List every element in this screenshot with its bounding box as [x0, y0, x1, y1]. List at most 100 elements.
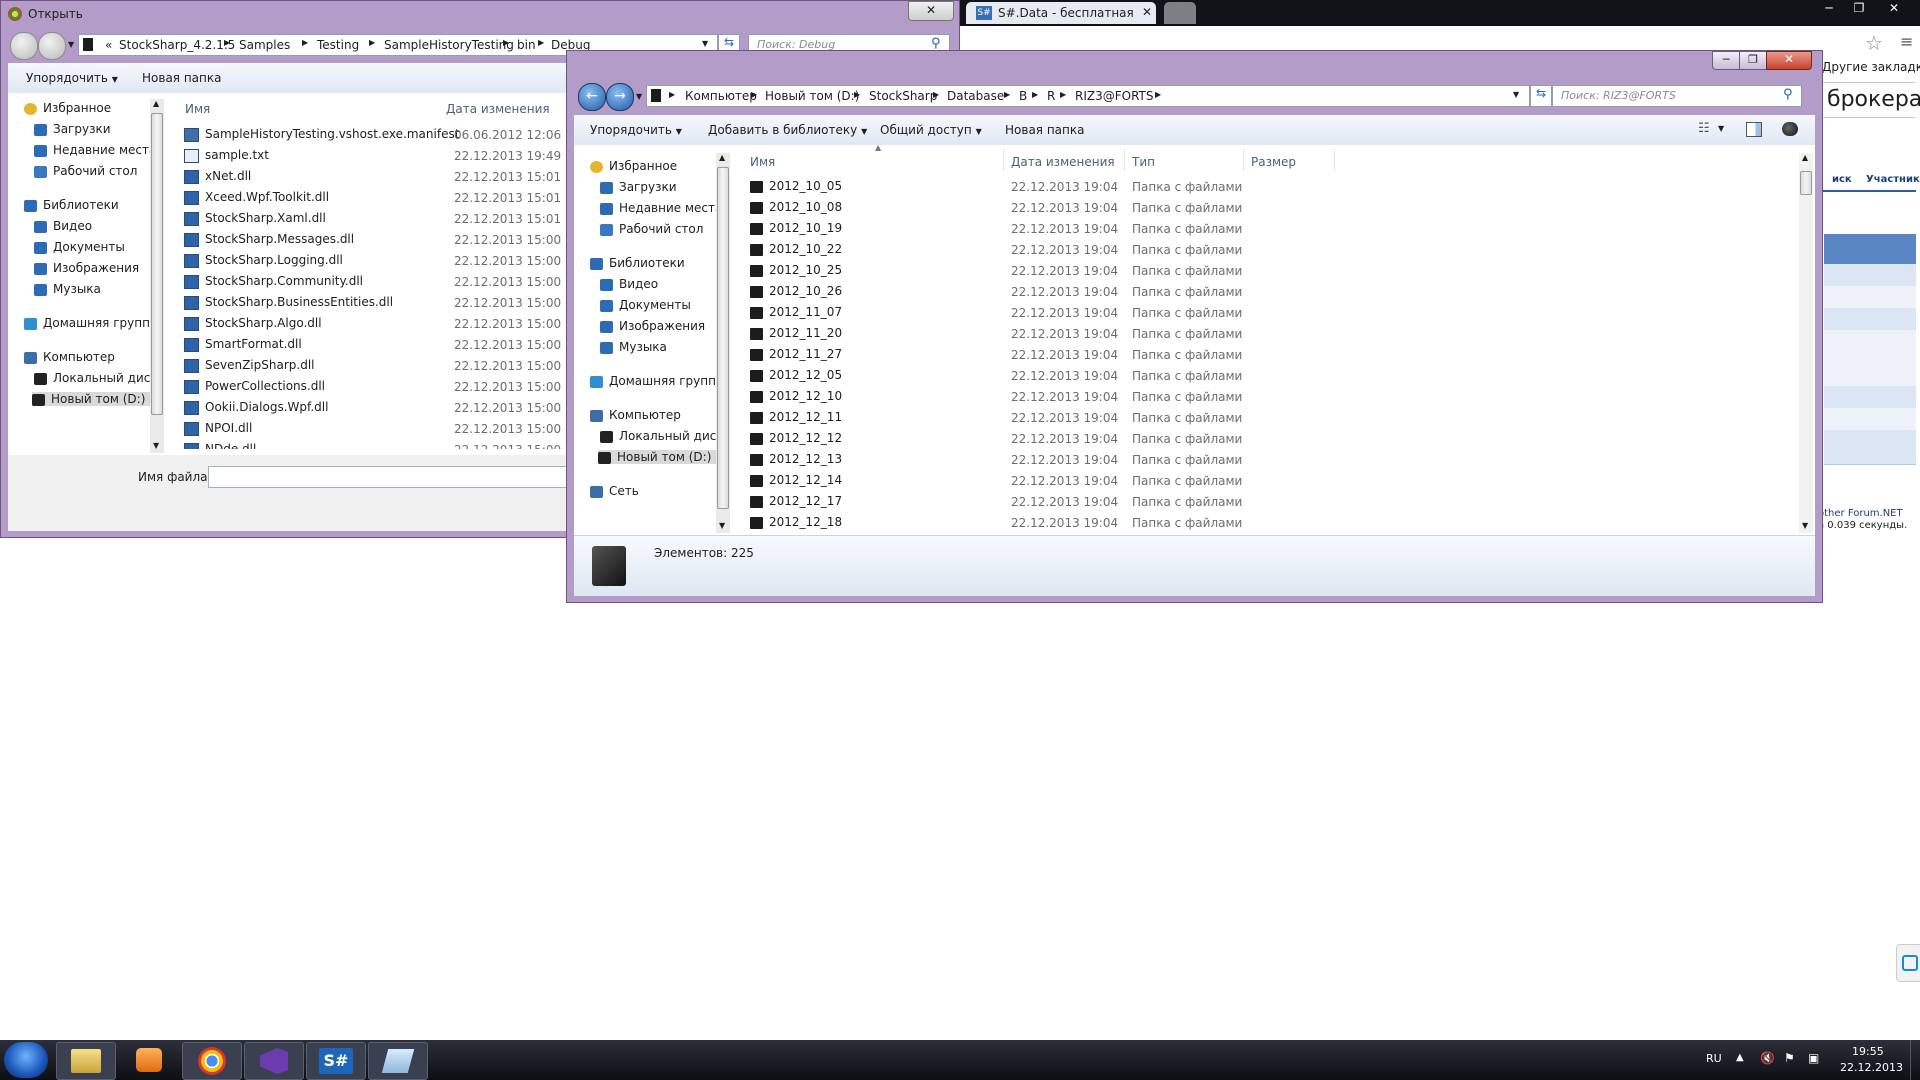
volume-muted-icon[interactable]: 🔇: [1760, 1051, 1775, 1065]
forward-arrow-icon[interactable]: [38, 32, 66, 60]
tree-item[interactable]: Новый том (D:): [32, 392, 152, 406]
tree-item[interactable]: Избранное: [24, 101, 111, 115]
folder-row[interactable]: 2012_10_22 22.12.2013 19:04 Папка с файлам…: [750, 242, 1790, 262]
folder-row[interactable]: 2012_10_26 22.12.2013 19:04 Папка с файлам…: [750, 284, 1790, 304]
media-player-taskbar-button[interactable]: [120, 1042, 178, 1078]
network-icon[interactable]: ⚑: [1784, 1051, 1795, 1065]
column-divider[interactable]: [1243, 149, 1244, 171]
tree-item[interactable]: Новый том (D:): [598, 450, 718, 464]
tree-item[interactable]: Загрузки: [34, 122, 111, 136]
tree-item[interactable]: Недавние места: [34, 143, 156, 157]
chevron-right-icon[interactable]: ▶: [1004, 90, 1010, 99]
forward-arrow-icon[interactable]: →: [606, 83, 634, 111]
tree-item[interactable]: Локальный диск: [600, 429, 724, 443]
stocksharp-taskbar-button[interactable]: S#: [306, 1042, 366, 1080]
breadcrumb-item[interactable]: bin: [517, 38, 536, 52]
tree-item[interactable]: Музыка: [600, 340, 667, 354]
view-options-icon[interactable]: ☷: [1698, 121, 1710, 136]
file-row[interactable]: StockSharp.Logging.dll 22.12.2013 15:00: [184, 253, 604, 273]
folder-row[interactable]: 2012_12_11 22.12.2013 19:04 Папка с файлам…: [750, 410, 1790, 430]
column-divider[interactable]: [1003, 149, 1004, 171]
organize-button[interactable]: Упорядочить ▼: [590, 123, 682, 137]
tree-item[interactable]: Библиотеки: [24, 198, 119, 212]
minimize-icon[interactable]: ─: [1814, 0, 1844, 18]
chevron-right-icon[interactable]: ▶: [302, 38, 308, 47]
chevron-right-icon[interactable]: ▶: [538, 38, 544, 47]
breadcrumb-item[interactable]: StockSharp_4.2.1.5: [119, 38, 235, 52]
tree-item[interactable]: Документы: [600, 298, 691, 312]
folder-row[interactable]: 2012_10_05 22.12.2013 19:04 Папка с файлам…: [750, 179, 1790, 199]
breadcrumb-item[interactable]: Database: [947, 89, 1004, 103]
column-header-name[interactable]: Имя: [750, 155, 775, 169]
breadcrumb-item[interactable]: R: [1047, 89, 1055, 103]
folder-row[interactable]: 2012_12_17 22.12.2013 19:04 Папка с файлам…: [750, 494, 1790, 514]
file-row[interactable]: SmartFormat.dll 22.12.2013 15:00: [184, 337, 604, 357]
preview-pane-icon[interactable]: [1746, 122, 1762, 137]
file-row[interactable]: Xceed.Wpf.Toolkit.dll 22.12.2013 15:01: [184, 190, 604, 210]
scroll-down-icon[interactable]: ▼: [719, 521, 725, 530]
chevron-right-icon[interactable]: ▶: [1155, 90, 1161, 99]
tree-item[interactable]: Сеть: [590, 484, 639, 498]
open-dialog-titlebar[interactable]: Открыть ✕: [0, 0, 960, 28]
chevron-right-icon[interactable]: ▶: [503, 38, 509, 47]
tree-item[interactable]: Видео: [600, 277, 658, 291]
chevron-right-icon[interactable]: ▶: [1060, 90, 1066, 99]
chevron-right-icon[interactable]: ▶: [751, 90, 757, 99]
scroll-up-icon[interactable]: ▲: [1802, 153, 1808, 162]
scroll-down-icon[interactable]: ▼: [153, 441, 159, 450]
maximize-icon[interactable]: ❐: [1739, 51, 1767, 70]
breadcrumb-item[interactable]: Новый том (D:): [765, 89, 859, 103]
nav-link-search[interactable]: иск: [1832, 174, 1852, 185]
organize-button[interactable]: Упорядочить ▼: [26, 71, 118, 85]
folder-row[interactable]: 2012_11_07 22.12.2013 19:04 Папка с файлам…: [750, 305, 1790, 325]
chevron-right-icon[interactable]: ▶: [669, 90, 675, 99]
column-header-date[interactable]: Дата изменения: [1011, 155, 1115, 169]
clock-date[interactable]: 22.12.2013: [1840, 1061, 1903, 1074]
breadcrumb-item[interactable]: B: [1019, 89, 1027, 103]
tree-item[interactable]: Недавние места: [600, 201, 722, 215]
back-arrow-icon[interactable]: ←: [578, 83, 606, 111]
chevron-down-icon[interactable]: ▼: [1513, 90, 1519, 99]
folder-row[interactable]: 2012_12_10 22.12.2013 19:04 Папка с файлам…: [750, 389, 1790, 409]
file-row[interactable]: NDde.dll 22.12.2013 15:00: [184, 442, 604, 449]
tree-item[interactable]: Видео: [34, 219, 92, 233]
chevron-right-icon[interactable]: ▶: [369, 38, 375, 47]
file-row[interactable]: StockSharp.Algo.dll 22.12.2013 15:00: [184, 316, 604, 336]
action-center-icon[interactable]: ▣: [1808, 1051, 1819, 1065]
chevron-right-icon[interactable]: ▶: [224, 38, 230, 47]
chevron-down-icon[interactable]: ▼: [1718, 124, 1724, 133]
chevron-right-icon[interactable]: ▶: [933, 90, 939, 99]
other-bookmarks[interactable]: Другие закладки: [1822, 60, 1920, 74]
tree-item[interactable]: Домашняя группа: [590, 374, 723, 388]
maximize-icon[interactable]: ❐: [1844, 0, 1874, 18]
tree-item[interactable]: Локальный диск: [34, 371, 158, 385]
file-row[interactable]: xNet.dll 22.12.2013 15:01: [184, 169, 604, 189]
chevron-right-icon[interactable]: ▶: [854, 90, 860, 99]
visual-studio-taskbar-button[interactable]: [244, 1042, 304, 1080]
file-row[interactable]: Ookii.Dialogs.Wpf.dll 22.12.2013 15:00: [184, 400, 604, 420]
file-row[interactable]: NPOI.dll 22.12.2013 15:00: [184, 421, 604, 441]
add-to-library-button[interactable]: Добавить в библиотеку ▼: [708, 123, 867, 137]
file-row[interactable]: SampleHistoryTesting.vshost.exe.manifest…: [184, 127, 604, 147]
folder-row[interactable]: 2012_12_18 22.12.2013 19:04 Папка с файлам…: [750, 515, 1790, 531]
close-icon[interactable]: ✕: [1874, 0, 1914, 18]
tree-item[interactable]: Рабочий стол: [600, 222, 703, 236]
language-indicator[interactable]: RU: [1706, 1052, 1722, 1065]
nav-scrollbar[interactable]: ▲ ▼: [716, 153, 730, 533]
chevron-down-icon[interactable]: ▼: [702, 39, 708, 48]
filename-input[interactable]: [208, 466, 574, 488]
tree-item[interactable]: Загрузки: [600, 180, 677, 194]
share-button[interactable]: Общий доступ ▼: [880, 123, 982, 137]
tab-close-icon[interactable]: ✕: [1142, 5, 1152, 19]
folder-row[interactable]: 2012_10_08 22.12.2013 19:04 Папка с файлам…: [750, 200, 1790, 220]
column-divider[interactable]: [1124, 149, 1125, 171]
column-header-size[interactable]: Размер: [1251, 155, 1296, 169]
scroll-up-icon[interactable]: ▲: [153, 99, 159, 108]
column-divider[interactable]: [1334, 149, 1335, 171]
breadcrumb-item[interactable]: SampleHistoryTesting: [384, 38, 514, 52]
column-header-name[interactable]: Имя: [185, 102, 210, 116]
folder-row[interactable]: 2012_11_20 22.12.2013 19:04 Папка с файлам…: [750, 326, 1790, 346]
tree-item[interactable]: Компьютер: [590, 408, 681, 422]
breadcrumb-item[interactable]: Samples: [239, 38, 290, 52]
file-row[interactable]: PowerCollections.dll 22.12.2013 15:00: [184, 379, 604, 399]
